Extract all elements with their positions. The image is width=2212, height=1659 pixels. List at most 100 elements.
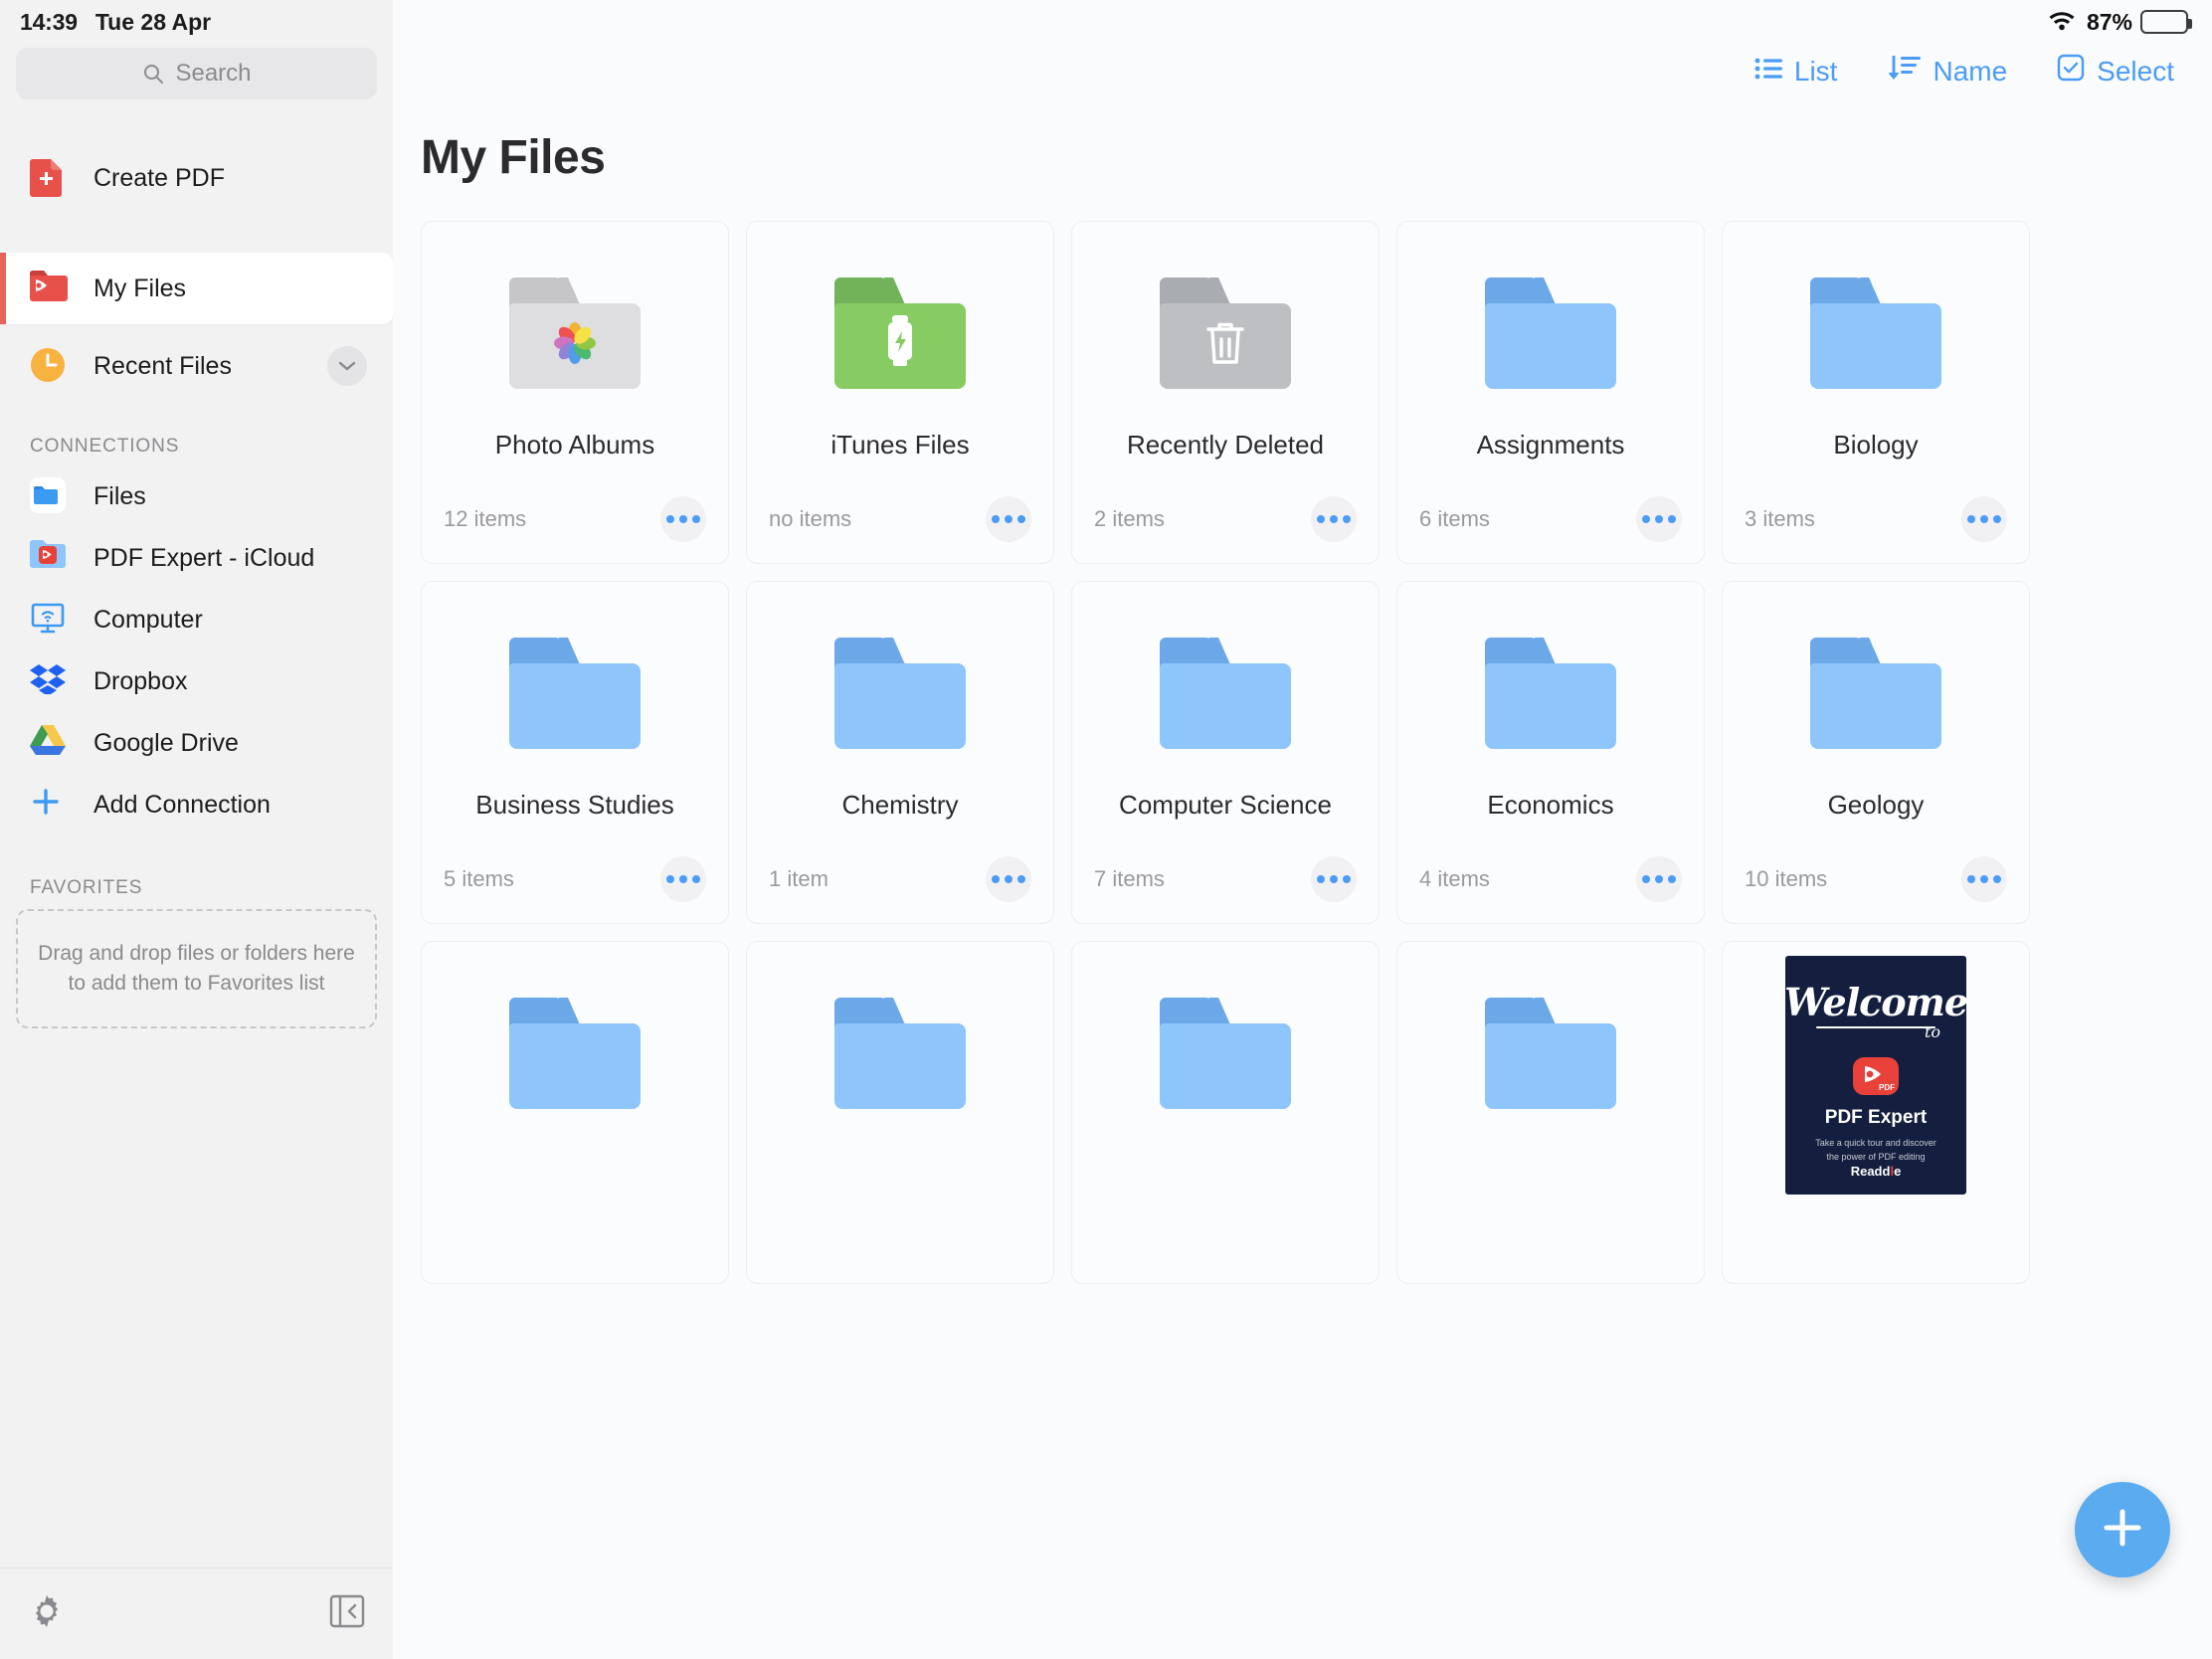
folder-card[interactable]: Assignments 6 items <box>1396 221 1705 564</box>
status-bar-right: 87% <box>393 0 2212 44</box>
item-count: 7 items <box>1094 866 1165 891</box>
more-options-icon[interactable] <box>986 856 1031 902</box>
folder-card[interactable] <box>421 941 729 1284</box>
folder-icon <box>747 942 1053 1150</box>
folder-card[interactable]: Geology 10 items <box>1722 581 2030 924</box>
folder-card[interactable] <box>1071 941 1380 1284</box>
folder-icon <box>747 582 1053 790</box>
more-options-icon[interactable] <box>1311 856 1357 902</box>
view-mode-label: List <box>1793 55 1838 87</box>
card-footer: no items <box>747 485 1053 563</box>
page-title: My Files <box>421 131 606 184</box>
sort-label: Name <box>1933 55 2008 87</box>
add-connection-button[interactable]: Add Connection <box>0 774 393 835</box>
sidebar-item-label: My Files <box>93 274 187 302</box>
folder-card[interactable]: Business Studies 5 items <box>421 581 729 924</box>
folder-card[interactable]: Economics 4 items <box>1396 581 1705 924</box>
more-options-icon[interactable] <box>660 496 706 542</box>
pdf-expert-icloud-icon <box>30 539 68 577</box>
folder-icon <box>422 942 728 1150</box>
card-footer <box>1397 1205 1704 1283</box>
sort-down-icon <box>1887 55 1922 88</box>
sort-button[interactable]: Name <box>1887 55 2007 88</box>
sidebar-item-files[interactable]: Files <box>0 465 393 527</box>
card-footer: 1 item <box>747 845 1053 923</box>
folder-card[interactable]: Computer Science 7 items <box>1071 581 1380 924</box>
item-count: 4 items <box>1419 866 1490 891</box>
create-pdf-button[interactable]: Create PDF <box>0 147 393 209</box>
sidebar-item-label: Google Drive <box>93 728 239 757</box>
sidebar-item-my-files[interactable]: My Files <box>0 253 393 324</box>
sidebar-item-dropbox[interactable]: Dropbox <box>0 650 393 712</box>
collapse-sidebar-icon[interactable] <box>329 1594 365 1633</box>
more-options-icon[interactable] <box>986 496 1031 542</box>
folder-icon <box>1072 582 1379 790</box>
more-options-icon[interactable] <box>1311 496 1357 542</box>
sidebar-item-label: Recent Files <box>93 351 232 380</box>
welcome-heading-suffix: to <box>1924 1021 1940 1041</box>
more-options-icon[interactable] <box>1961 856 2007 902</box>
item-count: 1 item <box>769 866 829 891</box>
folder-name: Geology <box>1827 790 1925 820</box>
photos-icon <box>548 316 602 375</box>
search-icon <box>141 62 165 86</box>
card-footer <box>1723 1230 2029 1283</box>
plus-icon <box>30 786 68 824</box>
folder-name: Chemistry <box>841 790 959 820</box>
sidebar-item-google-drive[interactable]: Google Drive <box>0 712 393 774</box>
sidebar-item-computer[interactable]: Computer <box>0 589 393 650</box>
card-footer: 3 items <box>1723 485 2029 563</box>
item-count: 5 items <box>444 866 514 891</box>
card-footer: 5 items <box>422 845 728 923</box>
folder-card[interactable]: iTunes Files no items <box>746 221 1054 564</box>
trash-icon <box>1204 319 1246 372</box>
folder-card[interactable] <box>746 941 1054 1284</box>
computer-wifi-icon <box>30 601 68 639</box>
folder-icon <box>1397 942 1704 1150</box>
usb-drive-icon <box>883 315 917 376</box>
card-footer: 10 items <box>1723 845 2029 923</box>
view-toolbar: List Name Select <box>393 44 2212 89</box>
folder-card[interactable]: Recently Deleted 2 items <box>1071 221 1380 564</box>
sidebar: 14:39 Tue 28 Apr Search Create PDF My Fi… <box>0 0 393 1659</box>
folder-card[interactable]: Biology 3 items <box>1722 221 2030 564</box>
more-options-icon[interactable] <box>660 856 706 902</box>
more-options-icon[interactable] <box>1636 856 1682 902</box>
checkbox-icon <box>2057 54 2085 89</box>
publisher-label: Readdle <box>1850 1164 1902 1179</box>
card-footer: 2 items <box>1072 485 1379 563</box>
red-folder-pdf-icon <box>30 270 68 307</box>
files-grid: Photo Albums 12 items iTunes Files no it… <box>393 185 2212 1284</box>
select-button[interactable]: Select <box>2057 54 2174 89</box>
favorites-dropzone[interactable]: Drag and drop files or folders here to a… <box>16 909 377 1028</box>
folder-icon <box>1397 582 1704 790</box>
pdf-expert-app-icon: PDF <box>1853 1056 1899 1095</box>
folder-icon <box>747 222 1053 430</box>
welcome-app-name: PDF Expert <box>1824 1107 1928 1128</box>
sidebar-item-pdf-expert-icloud[interactable]: PDF Expert - iCloud <box>0 527 393 589</box>
sidebar-item-recent-files[interactable]: Recent Files <box>0 330 393 402</box>
search-container: Search <box>0 48 393 99</box>
card-footer <box>1072 1205 1379 1283</box>
battery-percent: 87% <box>2086 8 2132 35</box>
item-count: 12 items <box>444 506 527 531</box>
gear-icon[interactable] <box>28 1592 66 1635</box>
sidebar-item-label: Files <box>93 481 146 510</box>
folder-icon <box>1723 222 2029 430</box>
welcome-pdf-preview: Welcome to PDF PDF Expert Take a quick t… <box>1785 956 1966 1195</box>
main-content: 87% List Name Select My Files Photo Albu… <box>393 0 2212 1659</box>
folder-card[interactable]: Chemistry 1 item <box>746 581 1054 924</box>
document-card-welcome[interactable]: Welcome to PDF PDF Expert Take a quick t… <box>1722 941 2030 1284</box>
folder-icon <box>422 582 728 790</box>
more-options-icon[interactable] <box>1636 496 1682 542</box>
folder-name <box>1072 1150 1379 1205</box>
folder-icon <box>1072 942 1379 1150</box>
sidebar-item-label: PDF Expert - iCloud <box>93 543 315 572</box>
folder-card[interactable]: Photo Albums 12 items <box>421 221 729 564</box>
more-options-icon[interactable] <box>1961 496 2007 542</box>
view-mode-button[interactable]: List <box>1754 55 1838 88</box>
search-input[interactable]: Search <box>16 48 377 99</box>
folder-card[interactable] <box>1396 941 1705 1284</box>
chevron-down-icon[interactable] <box>327 346 367 386</box>
add-button-fab[interactable] <box>2075 1482 2170 1577</box>
